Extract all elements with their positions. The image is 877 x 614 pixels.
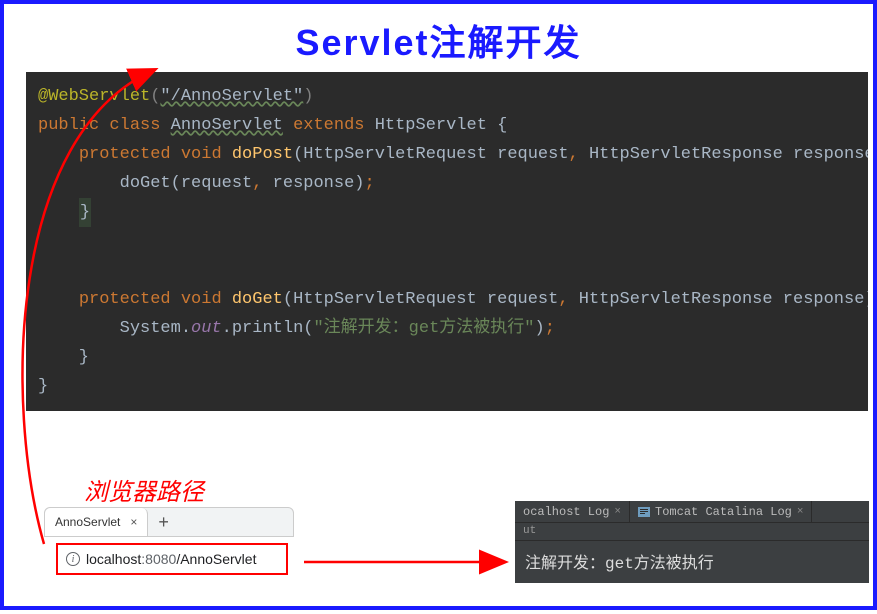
url-bar[interactable]: i localhost:8080/AnnoServlet: [56, 543, 288, 575]
console-output: 注解开发：get方法被执行: [515, 541, 869, 581]
method-doPost: doPost: [232, 145, 293, 164]
browser-tab-bar: AnnoServlet × +: [44, 507, 294, 537]
kw: protected: [79, 290, 171, 309]
annotation: @WebServlet: [38, 87, 150, 106]
param: response: [783, 290, 865, 309]
kw: protected: [79, 145, 171, 164]
tab-label: Tomcat Catalina Log: [655, 505, 792, 519]
page-title: Servlet注解开发: [4, 4, 873, 72]
println: println: [232, 319, 303, 338]
param: response: [793, 145, 868, 164]
console-subheader: ut: [515, 523, 869, 541]
log-icon: [638, 507, 650, 517]
close-icon[interactable]: ×: [614, 506, 621, 518]
type: HttpServletRequest: [303, 145, 487, 164]
super-class: HttpServlet: [375, 116, 487, 135]
browser-path-label: 浏览器路径: [84, 472, 204, 507]
console-tab-catalina[interactable]: Tomcat Catalina Log ×: [630, 501, 812, 522]
param: request: [487, 290, 558, 309]
kw: void: [181, 290, 222, 309]
new-tab-button[interactable]: +: [148, 512, 179, 533]
console-tabs: ocalhost Log × Tomcat Catalina Log ×: [515, 501, 869, 523]
system: System: [120, 319, 181, 338]
kw: extends: [293, 116, 364, 135]
class-name: AnnoServlet: [171, 116, 283, 135]
url-path: /AnnoServlet: [176, 551, 256, 567]
console-panel: ocalhost Log × Tomcat Catalina Log × ut …: [515, 501, 869, 583]
type: HttpServletRequest: [293, 290, 477, 309]
string-literal: "注解开发：get方法被执行": [313, 319, 534, 338]
console-tab-localhost[interactable]: ocalhost Log ×: [515, 501, 630, 522]
close-icon[interactable]: ×: [797, 506, 804, 518]
kw: void: [181, 145, 222, 164]
close-brace: }: [79, 198, 91, 227]
annotation-path: "/AnnoServlet": [160, 87, 303, 106]
method-doGet: doGet: [232, 290, 283, 309]
tab-label: ocalhost Log: [523, 505, 609, 519]
arg: request: [181, 174, 252, 193]
browser-tab[interactable]: AnnoServlet ×: [45, 508, 148, 536]
url-text: localhost:8080/AnnoServlet: [86, 551, 256, 567]
url-port: :8080: [141, 551, 176, 567]
code-editor: @WebServlet("/AnnoServlet") public class…: [26, 72, 868, 411]
kw: public: [38, 116, 99, 135]
param: request: [497, 145, 568, 164]
kw: class: [109, 116, 160, 135]
out-field: out: [191, 319, 222, 338]
url-host: localhost: [86, 551, 141, 567]
close-icon[interactable]: ×: [130, 515, 137, 529]
type: HttpServletResponse: [589, 145, 783, 164]
arg: response: [273, 174, 355, 193]
info-icon[interactable]: i: [66, 552, 80, 566]
tab-title: AnnoServlet: [55, 515, 120, 529]
type: HttpServletResponse: [579, 290, 773, 309]
call: doGet: [120, 174, 171, 193]
